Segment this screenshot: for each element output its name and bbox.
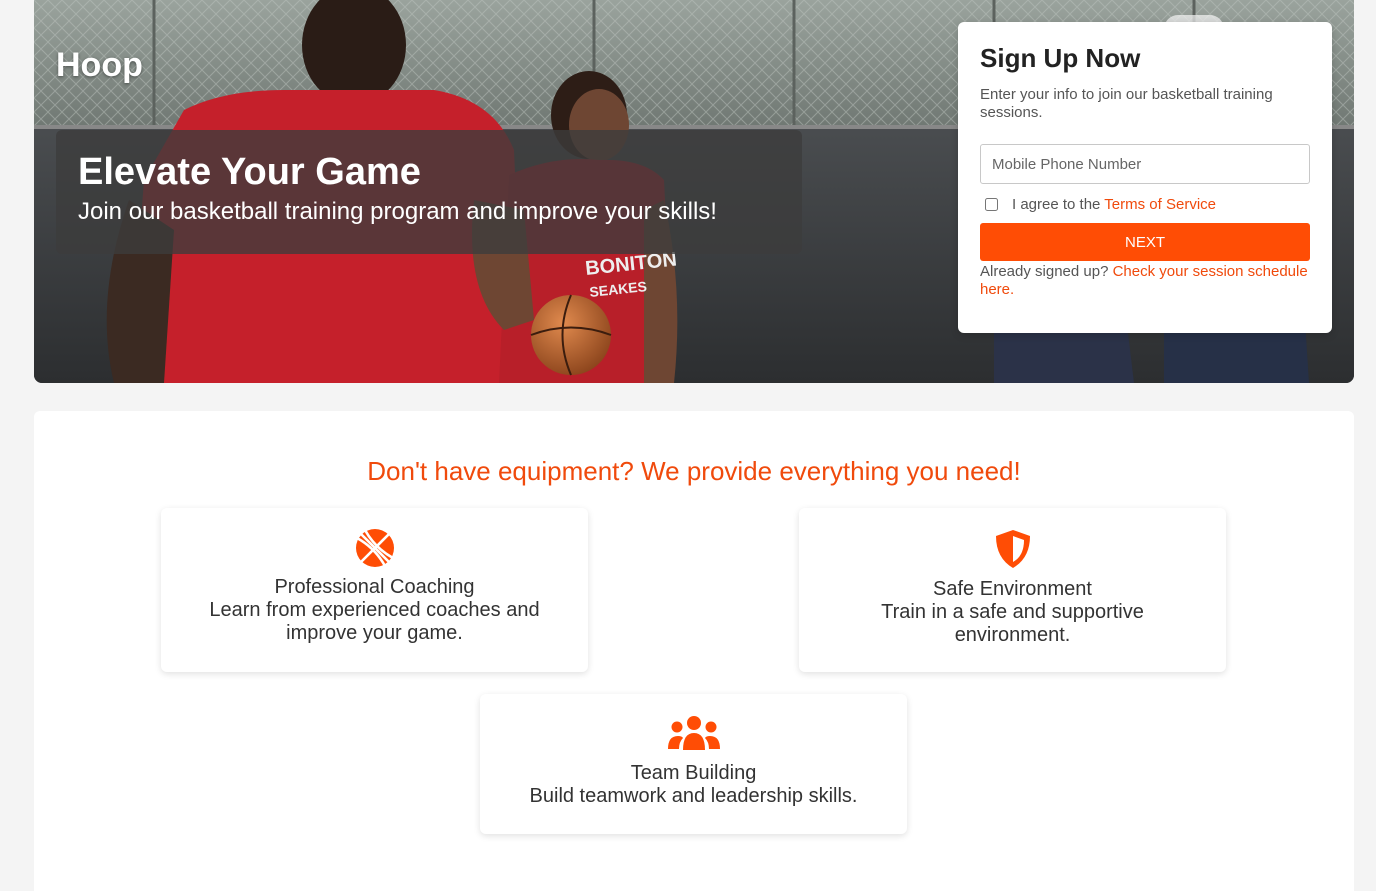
hero-subtitle: Join our basketball training program and… xyxy=(78,198,717,225)
feature-card-team: Team Building Build teamwork and leaders… xyxy=(480,694,907,834)
terms-checkbox[interactable] xyxy=(985,198,998,211)
next-button[interactable]: NEXT xyxy=(980,223,1310,261)
feature-title: Safe Environment xyxy=(933,578,1092,600)
signup-description: Enter your info to join our basketball t… xyxy=(980,86,1273,121)
brand-logo[interactable]: Hoop xyxy=(56,46,143,85)
signup-card: Sign Up Now Enter your info to join our … xyxy=(958,22,1332,333)
feature-title: Team Building xyxy=(630,762,757,784)
feature-card-safety: Safe Environment Train in a safe and sup… xyxy=(799,508,1226,672)
feature-text: Train in a safe and supportive environme… xyxy=(881,601,1144,646)
shield-icon xyxy=(995,530,1030,568)
mobile-phone-input[interactable] xyxy=(980,144,1310,184)
features-heading: Don't have equipment? We provide everyth… xyxy=(367,456,1021,486)
feature-text: Build teamwork and leadership skills. xyxy=(529,785,858,807)
agree-text: I agree to the Terms of Service xyxy=(1012,196,1216,213)
hero-text-box: Elevate Your Game Join our basketball tr… xyxy=(56,130,802,254)
features-section: Don't have equipment? We provide everyth… xyxy=(34,411,1354,891)
signup-title: Sign Up Now xyxy=(980,43,1141,73)
terms-of-service-link[interactable]: Terms of Service xyxy=(1104,196,1216,213)
feature-text: Learn from experienced coaches and impro… xyxy=(209,599,540,644)
hero-title: Elevate Your Game xyxy=(78,151,421,193)
feature-title: Professional Coaching xyxy=(274,576,475,598)
users-icon xyxy=(667,716,720,750)
already-signed-up-text: Already signed up? Check your session sc… xyxy=(980,263,1308,298)
basketball-icon xyxy=(355,529,394,567)
feature-card-coaching: Professional Coaching Learn from experie… xyxy=(161,508,588,672)
terms-agreement-row: I agree to the Terms of Service xyxy=(980,196,1310,213)
